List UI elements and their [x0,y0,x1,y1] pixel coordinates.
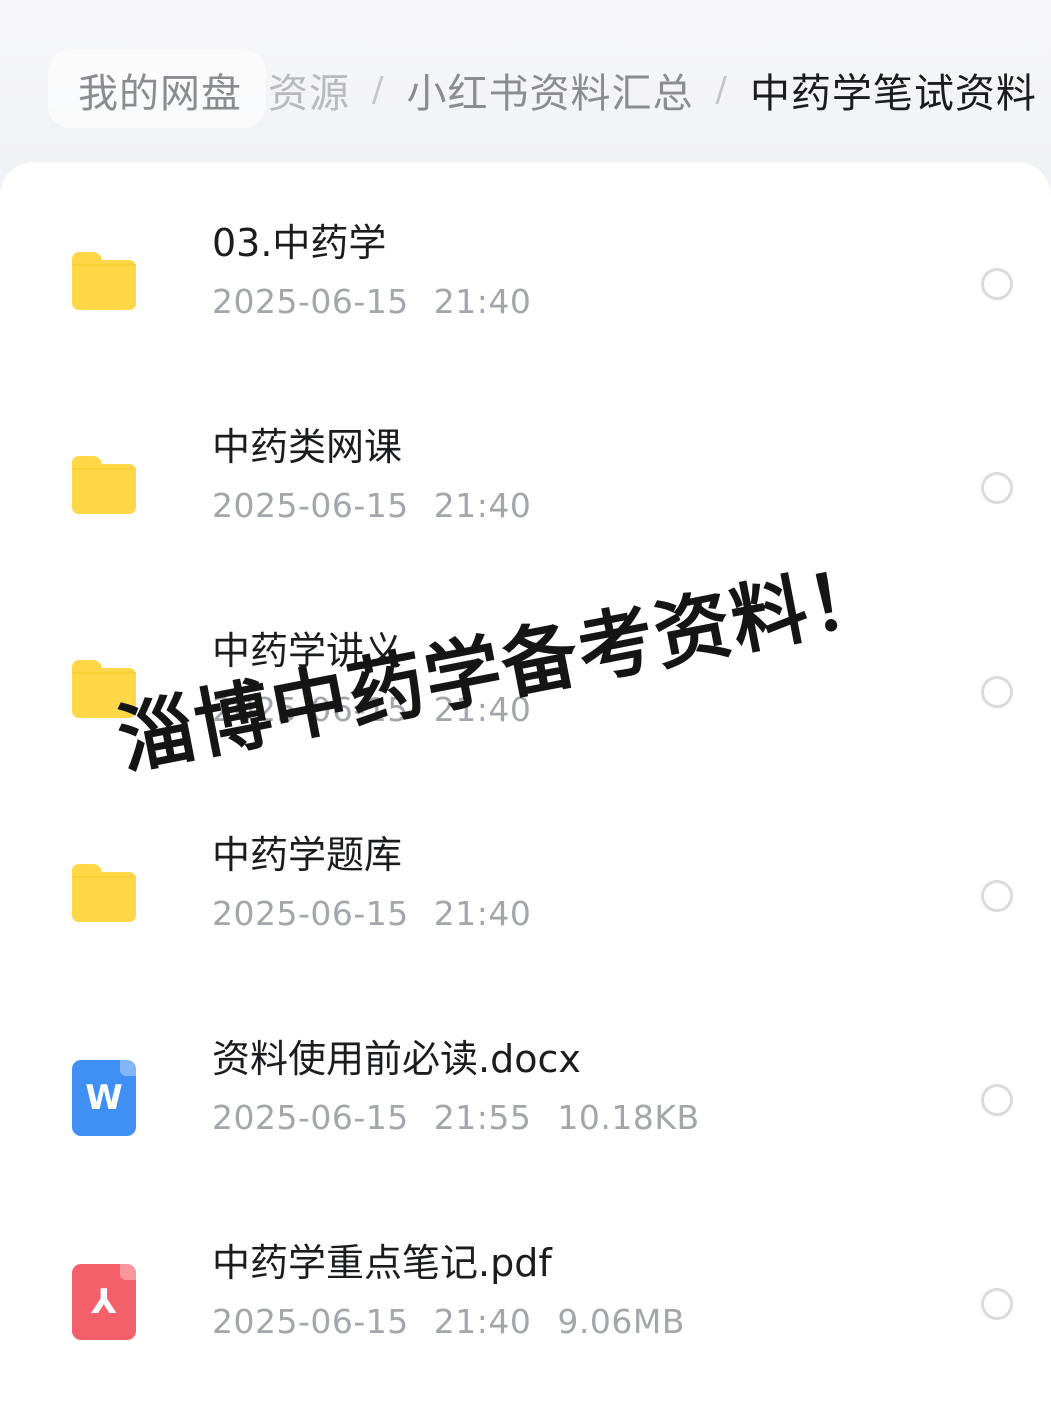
file-meta: 2025-06-15 21:40 [212,486,531,525]
breadcrumb-item-my-drive[interactable]: 我的网盘 [78,61,242,119]
file-meta: 2025-06-15 21:40 [212,894,531,933]
select-checkbox[interactable] [981,1288,1013,1320]
select-checkbox[interactable] [981,880,1013,912]
folder-icon [72,456,136,514]
breadcrumb-separator-icon: / [372,70,385,110]
file-meta: 2025-06-15 21:40 9.06MB [212,1302,685,1341]
word-doc-icon: W [72,1060,136,1136]
file-row-folder[interactable]: 中药学题库 2025-06-15 21:40 [0,774,1051,978]
file-size: 9.06MB [557,1302,685,1341]
file-row-folder[interactable]: 中药类网课 2025-06-15 21:40 [0,366,1051,570]
file-date: 2025-06-15 [212,282,409,321]
file-row-docx[interactable]: W 资料使用前必读.docx 2025-06-15 21:55 10.18KB [0,978,1051,1182]
file-date: 2025-06-15 [212,894,409,933]
file-size: 10.18KB [557,1098,700,1137]
breadcrumb-item-resources[interactable]: 资源 [268,61,350,119]
folder-icon [72,864,136,922]
file-name: 资料使用前必读.docx [212,1037,581,1081]
file-list: 03.中药学 2025-06-15 21:40 中药类网课 2025-06-15… [0,162,1051,1414]
header-bar: 我的网盘 资源 / 小红书资料汇总 / 中药学笔试资料 [0,0,1051,165]
file-row-folder[interactable]: 03.中药学 2025-06-15 21:40 [0,162,1051,366]
pdf-doc-icon: ⅄ [72,1264,136,1340]
breadcrumb-item-current-folder: 中药学笔试资料 [749,71,1037,117]
file-name: 中药类网课 [212,425,403,469]
file-name: 中药学题库 [212,833,403,877]
file-date: 2025-06-15 [212,486,409,525]
file-date: 2025-06-15 [212,1098,409,1137]
breadcrumb-item-xiaohongshu-collection[interactable]: 小红书资料汇总 [406,61,693,119]
select-checkbox[interactable] [981,268,1013,300]
file-meta: 2025-06-15 21:55 10.18KB [212,1098,700,1137]
select-checkbox[interactable] [981,676,1013,708]
file-meta: 2025-06-15 21:40 [212,282,531,321]
file-row-pdf[interactable]: ⅄ 中药学重点笔记.pdf 2025-06-15 21:40 9.06MB [0,1182,1051,1386]
select-checkbox[interactable] [981,1084,1013,1116]
file-name: 中药学重点笔记.pdf [212,1241,552,1285]
file-time: 21:40 [433,486,532,525]
file-time: 21:40 [433,894,532,933]
breadcrumb: 我的网盘 资源 / 小红书资料汇总 / 中药学笔试资料 [78,58,1037,122]
file-time: 21:40 [433,1302,532,1341]
breadcrumb-separator-icon: / [715,70,728,110]
select-checkbox[interactable] [981,472,1013,504]
folder-icon [72,252,136,310]
file-date: 2025-06-15 [212,1302,409,1341]
file-time: 21:40 [433,282,532,321]
file-name: 03.中药学 [212,221,387,265]
file-time: 21:55 [433,1098,532,1137]
